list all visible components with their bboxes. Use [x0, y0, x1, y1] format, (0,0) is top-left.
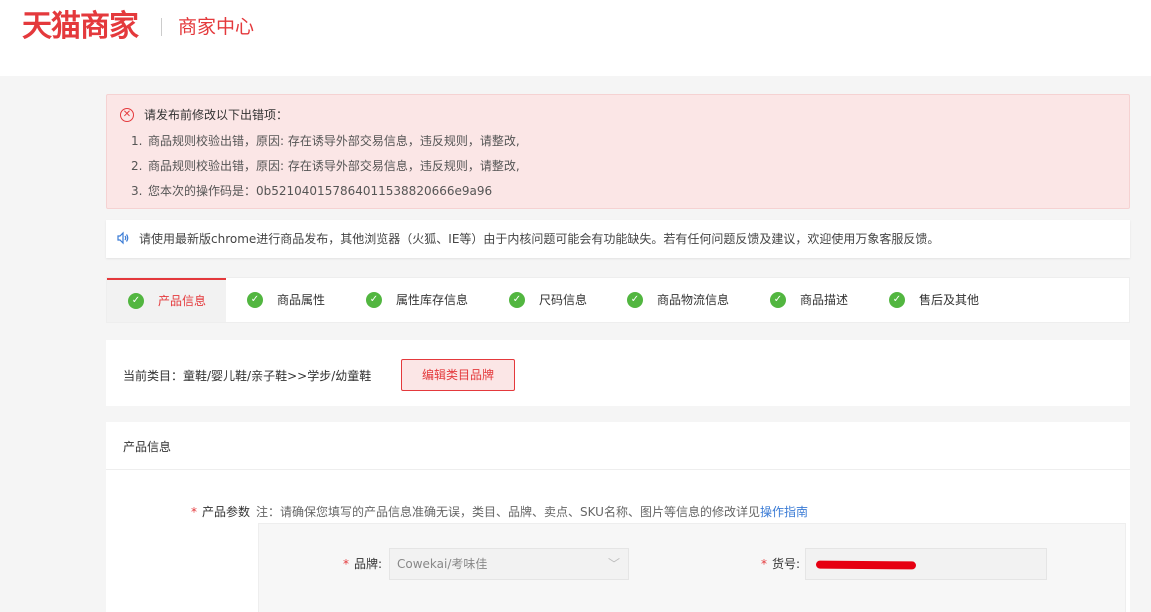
tab-logistics[interactable]: ✓ 商品物流信息 — [627, 278, 729, 322]
product-info-header: 产品信息 — [106, 422, 1130, 470]
top-bar: 天猫商家 商家中心 — [0, 0, 1151, 76]
product-info-panel: 产品信息 * 产品参数 注：请确保您填写的产品信息准确无误，类目、品牌、卖点、SK… — [106, 422, 1130, 612]
redaction-mark — [815, 560, 917, 570]
chevron-down-icon: ﹀ — [607, 557, 620, 571]
merchant-center-title[interactable]: 商家中心 — [178, 14, 254, 40]
sku-label: * 货号: — [761, 557, 801, 571]
error-item: 2. 商品规则校验出错，原因: 存在诱导外部交易信息，违反规则，请整改, — [131, 159, 520, 173]
tab-product-info[interactable]: ✓ 产品信息 — [107, 278, 226, 322]
check-circle-icon: ✓ — [366, 291, 382, 308]
guide-link[interactable]: 操作指南 — [760, 505, 808, 519]
check-circle-icon: ✓ — [770, 291, 786, 308]
param-label: * 产品参数 — [191, 505, 251, 519]
tab-size-info[interactable]: ✓ 尺码信息 — [509, 278, 587, 322]
tab-description[interactable]: ✓ 商品描述 — [770, 278, 848, 322]
tab-after-sales[interactable]: ✓ 售后及其他 — [889, 278, 979, 322]
tab-product-attributes[interactable]: ✓ 商品属性 — [247, 278, 325, 322]
current-category: 当前类目：童鞋/婴儿鞋/亲子鞋>>学步/幼童鞋 — [123, 369, 372, 383]
tmall-logo[interactable]: 天猫商家 — [22, 10, 139, 44]
brand-select[interactable]: Cowekai/考味佳 ﹀ — [389, 548, 629, 580]
edit-category-button[interactable]: 编辑类目品牌 — [401, 359, 515, 391]
brand-label: * 品牌: — [343, 557, 383, 571]
error-item: 1. 商品规则校验出错，原因: 存在诱导外部交易信息，违反规则，请整改, — [131, 134, 520, 148]
error-panel: ✕ 请发布前修改以下出错项： 1. 商品规则校验出错，原因: 存在诱导外部交易信息… — [106, 94, 1130, 209]
param-note: 注：请确保您填写的产品信息准确无误，类目、品牌、卖点、SKU名称、图片等信息的修… — [256, 505, 808, 519]
category-panel: 当前类目：童鞋/婴儿鞋/亲子鞋>>学步/幼童鞋 编辑类目品牌 — [106, 340, 1130, 406]
browser-notice: 请使用最新版chrome进行商品发布，其他浏览器（火狐、IE等）由于内核问题可能… — [106, 220, 1130, 258]
check-circle-icon: ✓ — [128, 292, 144, 309]
check-circle-icon: ✓ — [509, 291, 525, 308]
logo-divider — [161, 18, 162, 36]
item-number-input[interactable] — [805, 548, 1047, 580]
error-list: 1. 商品规则校验出错，原因: 存在诱导外部交易信息，违反规则，请整改, 2. 商品… — [131, 133, 520, 208]
tab-attribute-stock[interactable]: ✓ 属性库存信息 — [366, 278, 468, 322]
speaker-icon — [117, 231, 129, 245]
check-circle-icon: ✓ — [627, 291, 643, 308]
close-circle-icon: ✕ — [120, 108, 134, 122]
check-circle-icon: ✓ — [889, 291, 905, 308]
error-title: 请发布前修改以下出错项： — [144, 108, 289, 122]
param-fields: * 品牌: Cowekai/考味佳 ﹀ * 货号: — [258, 523, 1126, 612]
section-title: 产品信息 — [123, 440, 172, 454]
check-circle-icon: ✓ — [247, 291, 263, 308]
error-item: 3. 您本次的操作码是：0b521040157864011538820666e9a… — [131, 184, 493, 198]
step-tabs: ✓ 产品信息 ✓ 商品属性 ✓ 属性库存信息 ✓ 尺码信息 ✓ 商品物流信息 ✓ 商品描述 … — [106, 277, 1130, 323]
notice-text: 请使用最新版chrome进行商品发布，其他浏览器（火狐、IE等）由于内核问题可能… — [139, 232, 940, 246]
